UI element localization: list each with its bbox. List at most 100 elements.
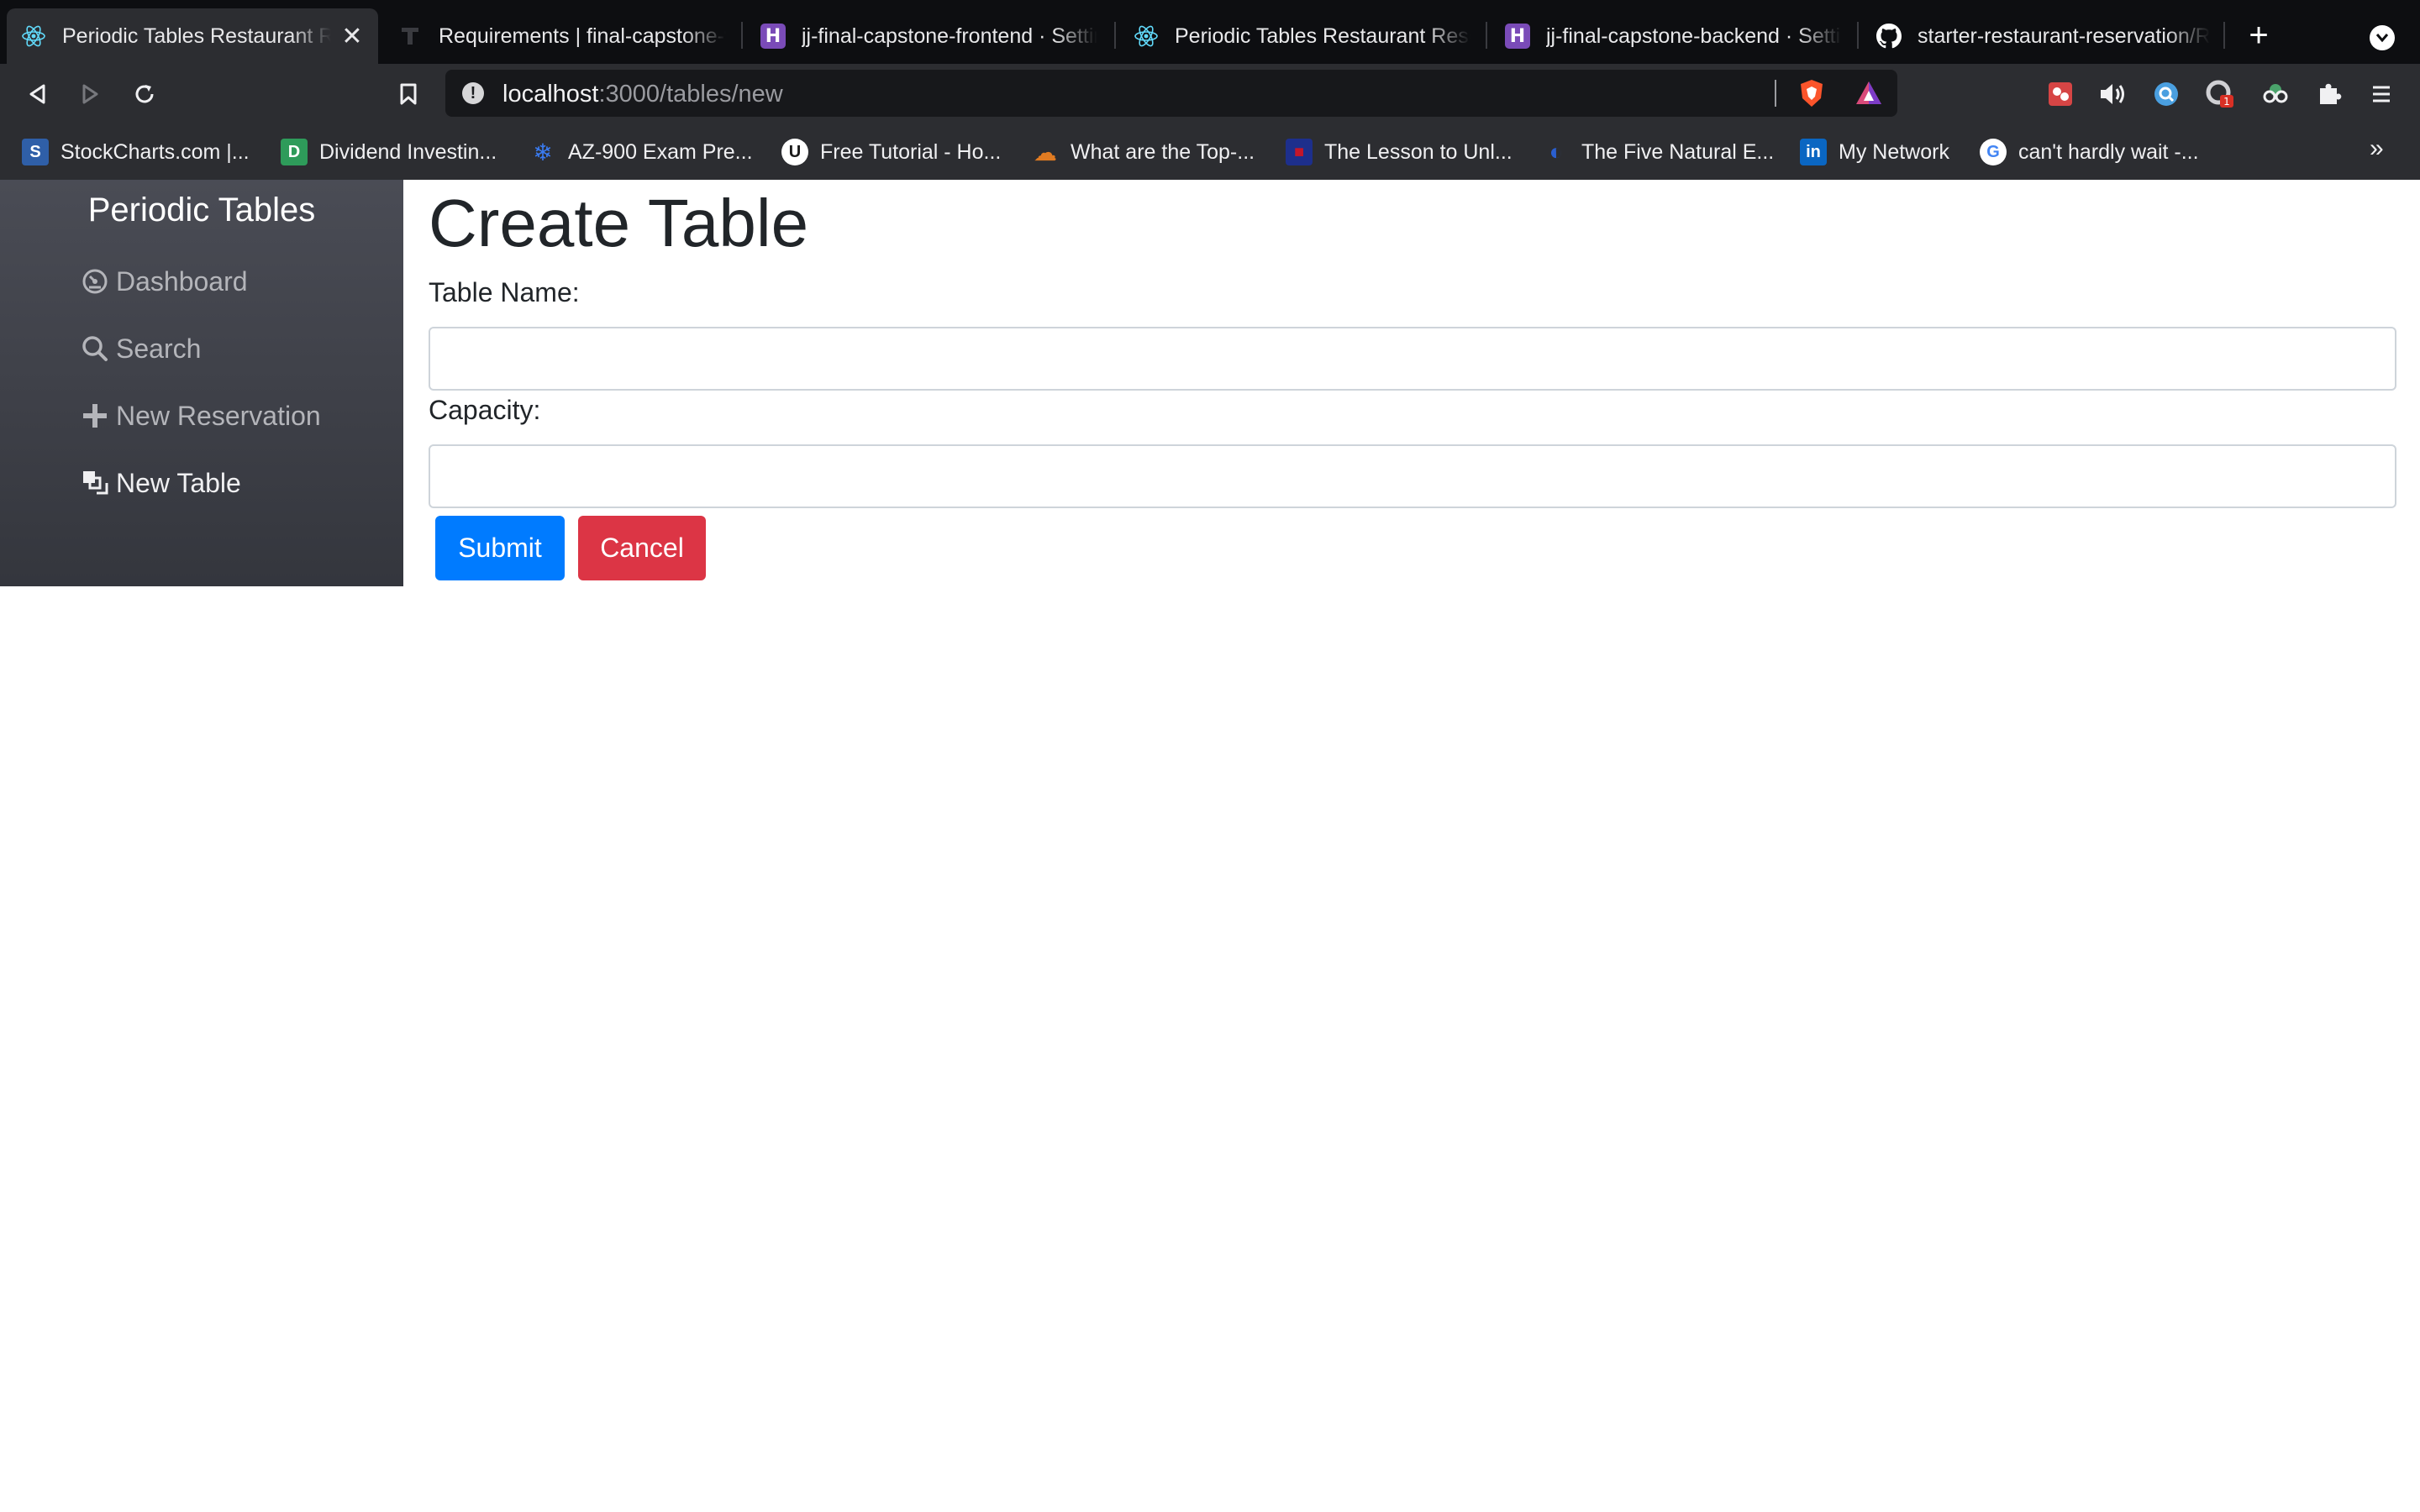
tab-separator xyxy=(1857,22,1859,49)
thinkful-icon xyxy=(397,23,424,50)
sidebar-item-label: New Table xyxy=(116,467,241,498)
bookmark-top-list[interactable]: ☁ What are the Top-... xyxy=(1032,137,1255,167)
bookmark-label: The Lesson to Unl... xyxy=(1324,139,1512,164)
react-icon xyxy=(20,23,47,50)
sidebar-item-new-table[interactable]: New Table xyxy=(81,462,241,504)
dashboard-icon xyxy=(81,267,109,296)
url-text[interactable]: localhost:3000/tables/new xyxy=(502,81,783,108)
capacity-input[interactable] xyxy=(429,444,2396,508)
tab-title: Requirements | final-capstone-v xyxy=(439,24,726,48)
url-divider xyxy=(1775,80,1776,107)
browser-tab-strip: Periodic Tables Restaurant Reservation ✕… xyxy=(0,0,2420,64)
layers-icon xyxy=(81,469,109,497)
sidebar-item-dashboard[interactable]: Dashboard xyxy=(81,260,248,302)
tab-periodic-tables-active[interactable]: Periodic Tables Restaurant Reservation ✕ xyxy=(7,8,378,64)
tab-backend-settings[interactable]: H jj-final-capstone-backend · Settings xyxy=(1491,8,1855,64)
tab-search-button[interactable] xyxy=(2370,25,2395,50)
bookmark-label: The Five Natural E... xyxy=(1581,139,1775,164)
tab-frontend-settings[interactable]: H jj-final-capstone-frontend · Settings xyxy=(746,8,1111,64)
bookmark-label: What are the Top-... xyxy=(1071,139,1255,164)
new-tab-button[interactable]: + xyxy=(2242,18,2275,52)
bookmark-label: StockCharts.com |... xyxy=(60,139,250,164)
bookmark-az900[interactable]: ❄ AZ-900 Exam Pre... xyxy=(529,137,753,167)
reload-button[interactable] xyxy=(128,77,161,111)
brave-shield-icon[interactable] xyxy=(1797,78,1827,108)
cloud-icon: ☁ xyxy=(1034,139,1057,165)
stockcharts-icon: S xyxy=(22,139,49,165)
flag-icon: ■ xyxy=(1286,139,1313,165)
extension-badge-count: 1 xyxy=(2223,96,2230,108)
sidebar: Periodic Tables Dashboard Search New Res… xyxy=(0,180,403,586)
react-icon xyxy=(1133,23,1160,50)
site-info-icon[interactable]: ! xyxy=(462,82,484,104)
snowflake-icon: ❄ xyxy=(533,139,553,165)
capacity-label: Capacity: xyxy=(429,395,541,425)
plus-icon xyxy=(81,402,109,430)
bookmark-label: My Network xyxy=(1839,139,1949,164)
search-icon xyxy=(81,334,109,363)
tab-github-starter[interactable]: starter-restaurant-reservation/R xyxy=(1862,8,2223,64)
linkedin-icon: in xyxy=(1800,139,1827,165)
tab-title: Periodic Tables Restaurant Reservation xyxy=(1175,24,1470,48)
bookmark-my-network[interactable]: in My Network xyxy=(1800,137,1949,167)
page-title: Create Table xyxy=(429,186,809,260)
url-path: :3000/tables/new xyxy=(598,81,783,108)
speaker-icon[interactable] xyxy=(2097,79,2128,109)
extension-glasses-icon[interactable] xyxy=(2260,79,2291,109)
forward-button[interactable] xyxy=(74,77,108,111)
udemy-icon: U xyxy=(781,139,808,165)
bookmarks-bar: S StockCharts.com |... D Dividend Invest… xyxy=(0,124,2420,180)
extension-puzzle-red-icon[interactable] xyxy=(2045,79,2075,109)
dividend-icon: D xyxy=(281,139,308,165)
bookmark-lesson[interactable]: ■ The Lesson to Unl... xyxy=(1286,137,1512,167)
sidebar-item-label: Dashboard xyxy=(116,265,248,297)
submit-button[interactable]: Submit xyxy=(435,516,565,580)
bookmark-label: Dividend Investin... xyxy=(319,139,497,164)
tab-separator xyxy=(1486,22,1487,49)
bookmark-cant-hardly-wait[interactable]: G can't hardly wait -... xyxy=(1980,137,2199,167)
more-bookmarks-button[interactable]: » xyxy=(2370,134,2384,163)
tab-title: starter-restaurant-reservation/R xyxy=(1918,24,2210,48)
back-button[interactable] xyxy=(20,77,54,111)
bookmark-label: AZ-900 Exam Pre... xyxy=(568,139,753,164)
extension-search-blue-icon[interactable] xyxy=(2151,79,2181,109)
menu-icon[interactable] xyxy=(2366,79,2396,109)
bookmark-free-tutorial[interactable]: U Free Tutorial - Ho... xyxy=(781,137,1001,167)
heroku-icon: H xyxy=(760,23,786,50)
bookmark-label: can't hardly wait -... xyxy=(2018,139,2199,164)
tab-title: Periodic Tables Restaurant Reservation xyxy=(62,24,331,48)
bookmark-stockcharts[interactable]: S StockCharts.com |... xyxy=(22,137,250,167)
sidebar-item-search[interactable]: Search xyxy=(81,328,201,370)
address-bar[interactable]: ! localhost:3000/tables/new xyxy=(445,70,1897,117)
extension-badge-icon[interactable]: 1 xyxy=(2205,79,2235,109)
bookmark-five-natural[interactable]: ◐ The Five Natural E... xyxy=(1543,137,1775,167)
chevron-down-icon xyxy=(2375,34,2389,43)
bookmark-dividend-investing[interactable]: D Dividend Investin... xyxy=(281,137,497,167)
tab-requirements[interactable]: Requirements | final-capstone-v xyxy=(383,8,739,64)
tab-title: jj-final-capstone-backend · Settings xyxy=(1546,24,1842,48)
circle-logo-icon: ◐ xyxy=(1549,139,1564,165)
tab-periodic-tables[interactable]: Periodic Tables Restaurant Reservation xyxy=(1119,8,1484,64)
back-arrow-icon xyxy=(29,84,45,104)
tab-separator xyxy=(1114,22,1116,49)
sidebar-item-new-reservation[interactable]: New Reservation xyxy=(81,395,321,437)
table-name-label: Table Name: xyxy=(429,277,580,307)
github-icon xyxy=(1876,23,1902,50)
sidebar-item-label: Search xyxy=(116,333,202,364)
table-name-input[interactable] xyxy=(429,327,2396,391)
brave-rewards-icon[interactable] xyxy=(1854,78,1884,108)
sidebar-item-label: New Reservation xyxy=(116,400,321,431)
browser-toolbar: ! localhost:3000/tables/new 1 xyxy=(0,64,2420,124)
reload-icon xyxy=(135,85,154,103)
bookmark-label: Free Tutorial - Ho... xyxy=(820,139,1002,164)
brand-title[interactable]: Periodic Tables xyxy=(0,192,403,229)
url-host: localhost xyxy=(502,81,599,108)
extensions-puzzle-icon[interactable] xyxy=(2314,79,2344,109)
bookmark-page-button[interactable] xyxy=(392,77,425,111)
cancel-button[interactable]: Cancel xyxy=(578,516,706,580)
close-icon[interactable]: ✕ xyxy=(339,23,365,50)
google-icon: G xyxy=(1980,139,2007,165)
heroku-icon: H xyxy=(1504,23,1531,50)
tab-title: jj-final-capstone-frontend · Settings xyxy=(802,24,1097,48)
tab-separator xyxy=(741,22,743,49)
